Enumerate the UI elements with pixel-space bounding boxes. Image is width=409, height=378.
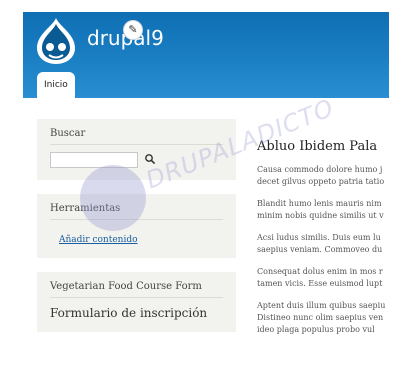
search-block: Buscar xyxy=(37,119,236,180)
pencil-icon[interactable]: ✎ xyxy=(123,20,143,40)
paragraph: Consequat dolus enim in mos r tamen vici… xyxy=(257,266,409,290)
search-button[interactable] xyxy=(142,152,158,168)
search-icon xyxy=(145,153,156,164)
paragraph-line: tamen vicis. Esse euismod lupt xyxy=(257,279,383,288)
registration-form-link[interactable]: Formulario de inscripción xyxy=(50,306,223,320)
paragraph-line: Consequat dolus enim in mos r xyxy=(257,267,383,276)
tools-block-title: Herramientas xyxy=(50,203,223,220)
article-title[interactable]: Abluo Ibidem Pala xyxy=(257,139,409,154)
site-header: drupal9 ✎ Inicio xyxy=(23,12,389,98)
main-content: Abluo Ibidem Pala Causa commodo dolore h… xyxy=(257,139,409,346)
paragraph-line: decet gilvus oppeto patria tatio xyxy=(257,177,385,186)
search-input[interactable] xyxy=(50,152,138,168)
drupal-logo-icon[interactable] xyxy=(35,16,77,66)
paragraph-line: minim nobis quidne similis ut v xyxy=(257,211,384,220)
paragraph: Blandit humo lenis mauris nim minim nobi… xyxy=(257,198,409,222)
tab-inicio[interactable]: Inicio xyxy=(37,72,75,98)
search-form xyxy=(50,152,223,168)
paragraph-line: Blandit humo lenis mauris nim xyxy=(257,199,382,208)
paragraph-line: Aptent duis illum quibus saepiu xyxy=(257,301,386,310)
paragraph-line: Acsi ludus similis. Duis eum lu xyxy=(257,233,381,242)
primary-tabs: Inicio xyxy=(37,70,75,98)
sidebar: Buscar Herramientas Añadir contenido Veg… xyxy=(37,119,236,346)
paragraph-line: Causa commodo dolore humo j xyxy=(257,165,383,174)
paragraph: Aptent duis illum quibus saepiu Distineo… xyxy=(257,300,409,336)
paragraph: Acsi ludus similis. Duis eum lu saepius … xyxy=(257,232,409,256)
paragraph-line: ideo plaga populus probo vul xyxy=(257,325,375,334)
food-block-title: Vegetarian Food Course Form xyxy=(50,281,223,298)
search-block-title: Buscar xyxy=(50,128,223,145)
tools-block: Herramientas Añadir contenido xyxy=(37,194,236,258)
food-block: Vegetarian Food Course Form Formulario d… xyxy=(37,272,236,332)
add-content-link[interactable]: Añadir contenido xyxy=(59,235,138,245)
paragraph: Causa commodo dolore humo j decet gilvus… xyxy=(257,164,409,188)
paragraph-line: saepius veniam. Commoveo du xyxy=(257,245,383,254)
paragraph-line: Distineo nunc olim saepius ven xyxy=(257,313,384,322)
